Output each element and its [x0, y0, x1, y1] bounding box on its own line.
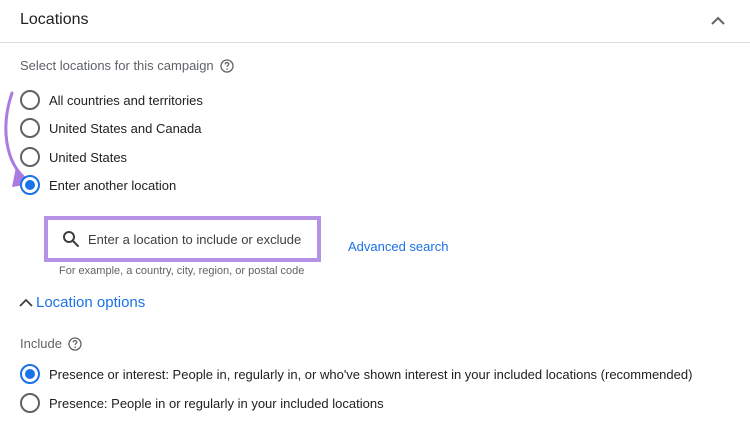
include-label-text: Include — [20, 336, 62, 351]
radio-button[interactable] — [20, 147, 40, 167]
radio-label: All countries and territories — [49, 92, 203, 108]
radio-label: United States — [49, 149, 128, 165]
radio-button-selected[interactable] — [20, 175, 40, 195]
radio-button[interactable] — [20, 393, 40, 413]
section-title: Locations — [20, 11, 89, 28]
locations-header: Locations — [0, 0, 750, 43]
radio-button[interactable] — [20, 90, 40, 110]
radio-label: Presence or interest: People in, regular… — [49, 366, 693, 382]
radio-button-selected[interactable] — [20, 364, 40, 384]
help-icon[interactable] — [68, 336, 82, 351]
location-search-input[interactable] — [88, 231, 313, 247]
radio-us-canada[interactable]: United States and Canada — [20, 118, 202, 138]
radio-presence-or-interest[interactable]: Presence or interest: People in, regular… — [20, 364, 692, 384]
radio-all-countries[interactable]: All countries and territories — [20, 90, 203, 110]
radio-united-states[interactable]: United States — [20, 147, 127, 167]
help-icon[interactable] — [220, 58, 234, 73]
location-options-label: Location options — [36, 294, 146, 311]
locations-prompt: Select locations for this campaign — [20, 58, 234, 73]
search-helper-text: For example, a country, city, region, or… — [59, 265, 305, 277]
include-label: Include — [20, 336, 82, 351]
radio-presence[interactable]: Presence: People in or regularly in your… — [20, 393, 384, 413]
search-icon — [63, 231, 79, 247]
radio-label: United States and Canada — [49, 120, 202, 136]
radio-another-location[interactable]: Enter another location — [20, 175, 176, 195]
radio-label: Presence: People in or regularly in your… — [49, 395, 384, 411]
advanced-search-link[interactable]: Advanced search — [348, 239, 448, 254]
radio-label: Enter another location — [49, 177, 177, 193]
radio-button[interactable] — [20, 118, 40, 138]
chevron-up-icon — [19, 298, 33, 307]
collapse-button[interactable] — [706, 9, 730, 33]
locations-prompt-text: Select locations for this campaign — [20, 58, 214, 73]
location-options-toggle[interactable]: Location options — [18, 294, 145, 311]
chevron-up-icon — [711, 16, 725, 25]
location-search-box[interactable] — [44, 216, 321, 262]
